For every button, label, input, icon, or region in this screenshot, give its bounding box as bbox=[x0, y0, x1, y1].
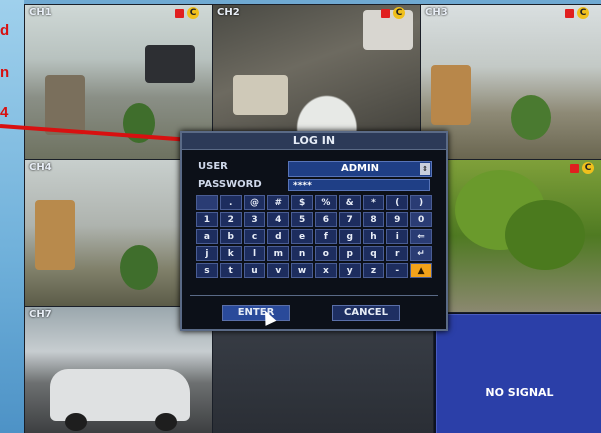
keyboard-row: a b c d e f g h i ⇐ bbox=[196, 229, 432, 244]
keyboard-key[interactable]: 3 bbox=[243, 212, 266, 227]
camera-label: CH1 bbox=[29, 7, 52, 18]
user-select[interactable]: ADMIN ⇕ bbox=[288, 161, 432, 177]
potted-plant bbox=[120, 245, 158, 290]
desk-shape bbox=[233, 75, 288, 115]
cancel-button[interactable]: CANCEL bbox=[332, 305, 400, 321]
virtual-keyboard: . @ # $% & *() 1 2 3 4 5 6 7 8 9 0 a b c d e f g h i ⇐ j k l m n o p q r ↵ s… bbox=[196, 195, 432, 280]
keyboard-key[interactable]: 9 bbox=[386, 212, 409, 227]
monitor-shape bbox=[145, 45, 195, 83]
shelf-shape bbox=[431, 65, 471, 125]
keyboard-key[interactable]: ↵ bbox=[410, 246, 432, 261]
camera-label: CH2 bbox=[217, 7, 240, 18]
keyboard-key[interactable]: j bbox=[196, 246, 218, 261]
login-title: LOG IN bbox=[182, 133, 446, 150]
camera-label: CH4 bbox=[29, 162, 52, 173]
keyboard-row: 1234567890 bbox=[196, 212, 432, 227]
annotation-text-1: d bbox=[0, 22, 10, 39]
password-label: PASSWORD bbox=[198, 179, 262, 190]
password-field[interactable]: **** bbox=[288, 179, 430, 191]
keyboard-key[interactable]: i bbox=[386, 229, 409, 244]
user-label: USER bbox=[198, 161, 228, 172]
keyboard-key[interactable]: ⇐ bbox=[410, 229, 432, 244]
keyboard-row: j k l m n o p q r ↵ bbox=[196, 246, 432, 261]
keyboard-key[interactable]: % bbox=[314, 195, 337, 210]
keyboard-key[interactable]: * bbox=[362, 195, 385, 210]
car-wheel bbox=[65, 413, 87, 431]
keyboard-key[interactable]: ▲ bbox=[410, 263, 432, 278]
enter-button[interactable]: ENTER bbox=[222, 305, 290, 321]
keyboard-key[interactable]: 7 bbox=[338, 212, 361, 227]
keyboard-key[interactable]: $ bbox=[291, 195, 313, 210]
no-signal-tile[interactable]: NO SIGNAL bbox=[436, 314, 601, 433]
no-signal-text: NO SIGNAL bbox=[485, 386, 554, 400]
keyboard-key[interactable]: m bbox=[267, 246, 290, 261]
login-dialog: LOG IN USER ADMIN ⇕ PASSWORD **** . @ # $% &… bbox=[180, 131, 448, 331]
keyboard-row: . @ # $% & *() bbox=[196, 195, 432, 210]
keyboard-key[interactable]: & bbox=[338, 195, 361, 210]
keyboard-key[interactable]: z bbox=[362, 263, 385, 278]
keyboard-row: s t u v w x y z - ▲ bbox=[196, 263, 432, 278]
keyboard-key[interactable]: 4 bbox=[267, 212, 290, 227]
keyboard-key[interactable]: # bbox=[267, 195, 290, 210]
keyboard-key[interactable]: p bbox=[338, 246, 361, 261]
camera-status-badge: C bbox=[577, 7, 589, 19]
camera-label: CH3 bbox=[425, 7, 448, 18]
keyboard-key[interactable]: 6 bbox=[314, 212, 337, 227]
keyboard-key[interactable]: s bbox=[196, 263, 218, 278]
camera-tile-outdoor[interactable]: C bbox=[434, 159, 601, 313]
annotation-text-2: n bbox=[0, 64, 10, 81]
keyboard-key[interactable]: 0 bbox=[410, 212, 432, 227]
shelf-shape bbox=[35, 200, 75, 270]
keyboard-key[interactable]: k bbox=[219, 246, 242, 261]
camera-status-badge: C bbox=[393, 7, 405, 19]
keyboard-key[interactable]: - bbox=[386, 263, 409, 278]
keyboard-key[interactable]: b bbox=[219, 229, 242, 244]
keyboard-key[interactable]: ) bbox=[410, 195, 432, 210]
record-indicator bbox=[175, 9, 184, 18]
keyboard-key[interactable]: v bbox=[267, 263, 290, 278]
tree-shape bbox=[505, 200, 585, 270]
keyboard-key[interactable]: . bbox=[219, 195, 242, 210]
keyboard-key[interactable]: w bbox=[291, 263, 313, 278]
keyboard-key[interactable]: g bbox=[338, 229, 361, 244]
keyboard-key[interactable]: h bbox=[362, 229, 385, 244]
dialog-divider bbox=[190, 295, 438, 296]
keyboard-key[interactable]: 5 bbox=[291, 212, 313, 227]
keyboard-key[interactable]: @ bbox=[243, 195, 266, 210]
keyboard-key[interactable]: ( bbox=[386, 195, 409, 210]
user-value: ADMIN bbox=[340, 163, 380, 174]
keyboard-key[interactable]: n bbox=[291, 246, 313, 261]
keyboard-key[interactable]: a bbox=[196, 229, 218, 244]
updown-arrow-icon[interactable]: ⇕ bbox=[420, 163, 430, 175]
record-indicator bbox=[570, 164, 579, 173]
keyboard-key[interactable]: x bbox=[314, 263, 337, 278]
keyboard-key[interactable]: e bbox=[291, 229, 313, 244]
keyboard-key[interactable]: y bbox=[338, 263, 361, 278]
keyboard-key[interactable]: l bbox=[243, 246, 266, 261]
keyboard-key[interactable]: c bbox=[243, 229, 266, 244]
record-indicator bbox=[565, 9, 574, 18]
keyboard-key[interactable]: 2 bbox=[219, 212, 242, 227]
keyboard-key[interactable]: d bbox=[267, 229, 290, 244]
potted-plant bbox=[511, 95, 551, 140]
keyboard-key[interactable]: f bbox=[314, 229, 337, 244]
keyboard-key[interactable]: t bbox=[219, 263, 242, 278]
keyboard-key[interactable]: 8 bbox=[362, 212, 385, 227]
camera-status-badge: C bbox=[582, 162, 594, 174]
keyboard-key[interactable]: u bbox=[243, 263, 266, 278]
car-wheel bbox=[155, 413, 177, 431]
camera-label: CH7 bbox=[29, 309, 52, 320]
keyboard-key[interactable]: o bbox=[314, 246, 337, 261]
record-indicator bbox=[381, 9, 390, 18]
keyboard-key[interactable]: q bbox=[362, 246, 385, 261]
keyboard-key[interactable] bbox=[196, 195, 218, 210]
keyboard-key[interactable]: 1 bbox=[196, 212, 218, 227]
camera-status-badge: C bbox=[187, 7, 199, 19]
keyboard-key[interactable]: r bbox=[386, 246, 409, 261]
